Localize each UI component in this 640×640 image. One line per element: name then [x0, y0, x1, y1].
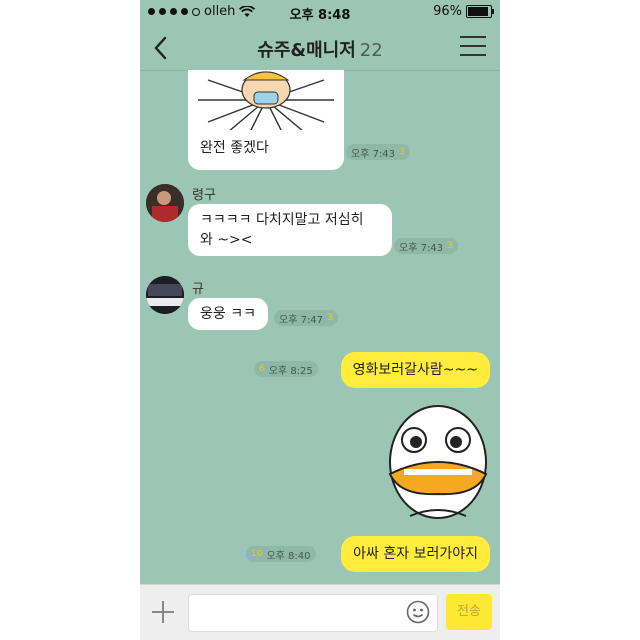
chat-room-name: 슈주&매니저 [257, 40, 356, 61]
avatar[interactable] [146, 276, 184, 314]
unread-count: 10 [251, 549, 263, 559]
message-meta: 10 오후 8:40 [246, 546, 316, 562]
chat-screen: olleh 오후 8:48 96% 슈주&매니저 22 완전 좋겠다 오후 7:… [140, 0, 500, 640]
message-text-line: ㅋㅋㅋㅋ 다치지말고 저심히 [200, 212, 364, 228]
message-bubble[interactable]: ㅋㅋㅋㅋ 다치지말고 저심히 와 ~>< [188, 204, 392, 256]
unread-count: 3 [327, 313, 333, 323]
message-text-line: 와 ~>< [200, 232, 253, 248]
message-meta: 6 오후 8:25 [254, 361, 318, 377]
message-time: 오후 8:40 [266, 550, 311, 562]
smiley-icon[interactable] [406, 600, 430, 624]
battery-icon [466, 5, 494, 18]
message-text: 아싸 혼자 보러가야지 [353, 546, 478, 562]
plus-icon[interactable] [152, 601, 174, 623]
battery-percent: 96% [433, 4, 462, 19]
message-bubble[interactable]: 웅웅 ㅋㅋ [188, 298, 268, 330]
message-text: 영화보러갈사람~~~ [352, 362, 478, 378]
duck-sticker[interactable] [380, 404, 492, 528]
message-meta: 오후 7:43 3 [394, 238, 458, 254]
message-input[interactable] [188, 594, 438, 632]
send-button[interactable]: 전송 [446, 594, 492, 630]
sender-name: 령구 [192, 188, 216, 203]
hamburger-icon[interactable] [460, 36, 486, 58]
sender-name: 규 [192, 282, 204, 297]
message-input-bar: 전송 [140, 584, 500, 640]
message-time: 오후 7:43 [399, 242, 444, 254]
message-text: 완전 좋겠다 [200, 140, 269, 156]
chat-header: 슈주&매니저 22 [140, 24, 500, 71]
profile-photo [146, 184, 184, 222]
duck-sticker-image [388, 405, 488, 519]
avatar[interactable] [146, 184, 184, 222]
message-bubble[interactable]: 완전 좋겠다 [188, 130, 344, 166]
message-time: 오후 7:47 [279, 314, 324, 326]
profile-photo [146, 276, 184, 314]
status-bar: olleh 오후 8:48 96% [140, 0, 500, 24]
message-time: 오후 8:25 [268, 365, 313, 377]
message-text: 웅웅 ㅋㅋ [200, 306, 256, 322]
unread-count: 3 [399, 147, 405, 157]
message-bubble-outgoing[interactable]: 아싸 혼자 보러가야지 [341, 536, 490, 572]
battery-fill [468, 7, 488, 16]
message-meta: 오후 7:47 3 [274, 310, 338, 326]
message-bubble-outgoing[interactable]: 영화보러갈사람~~~ [340, 352, 490, 388]
unread-count: 6 [259, 364, 265, 374]
member-count: 22 [359, 40, 383, 61]
chat-title: 슈주&매니저 22 [140, 36, 500, 62]
message-meta: 오후 7:43 3 [346, 144, 410, 160]
battery-status: 96% [433, 4, 494, 19]
message-time: 오후 7:43 [351, 148, 396, 160]
unread-count: 3 [447, 241, 453, 251]
